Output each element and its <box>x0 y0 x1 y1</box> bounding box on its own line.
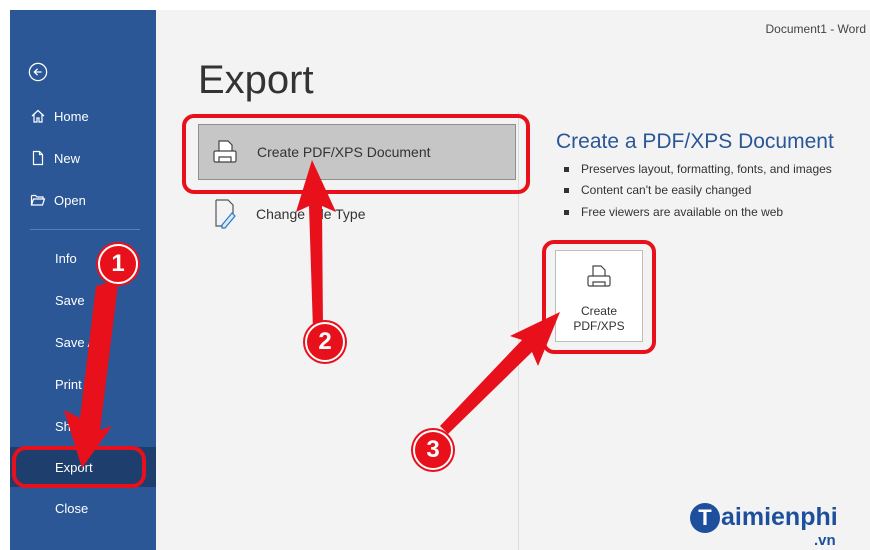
option-label: Change File Type <box>256 206 366 222</box>
sidebar-item-label: Open <box>54 192 86 208</box>
new-document-icon <box>28 148 48 168</box>
sidebar-item-print[interactable]: Print <box>10 366 156 402</box>
back-arrow-icon <box>28 62 48 82</box>
bullet-text: Preserves layout, formatting, fonts, and… <box>581 162 832 176</box>
change-file-type-option[interactable]: Change File Type <box>198 186 516 242</box>
sidebar-item-label: Home <box>54 108 89 124</box>
bullet-text: Content can't be easily changed <box>581 183 752 197</box>
detail-bullet: Free viewers are available on the web <box>564 205 783 219</box>
bullet-text: Free viewers are available on the web <box>581 205 784 219</box>
sidebar-item-label: Save As <box>55 334 103 350</box>
bullet-dot <box>564 210 569 216</box>
sidebar-divider <box>30 229 140 230</box>
logo-mark: T <box>690 503 720 534</box>
step-badge-2: 2 <box>305 322 345 362</box>
watermark-suffix: .vn <box>814 532 836 549</box>
highlight-export-item <box>12 446 146 488</box>
detail-title: Create a PDF/XPS Document <box>556 130 834 153</box>
step-badge-1: 1 <box>98 244 138 284</box>
sidebar-item-label: Save <box>55 292 85 308</box>
step-badge-3: 3 <box>413 430 453 470</box>
logo-text: aimienphi <box>721 503 838 531</box>
sidebar-item-open[interactable]: Open <box>10 182 156 218</box>
sidebar-item-label: Share <box>55 418 90 434</box>
sidebar-item-save[interactable]: Save <box>10 282 156 318</box>
sidebar-item-new[interactable]: New <box>10 140 156 176</box>
highlight-create-button <box>542 240 656 354</box>
sidebar-item-label: Close <box>55 500 89 516</box>
window-title: Document1 - Word <box>765 22 866 36</box>
sidebar-item-share[interactable]: Share <box>10 408 156 444</box>
sidebar-item-label: New <box>54 150 81 166</box>
back-button[interactable] <box>10 54 156 90</box>
home-icon <box>28 106 48 126</box>
sidebar-item-home[interactable]: Home <box>10 98 156 134</box>
bullet-dot <box>564 167 569 173</box>
bullet-dot <box>564 188 569 194</box>
sidebar-item-save-as[interactable]: Save As <box>10 324 156 360</box>
highlight-create-pdf-option <box>182 114 530 194</box>
change-file-type-icon <box>206 196 242 232</box>
sidebar-item-label: Info <box>55 250 77 266</box>
page-title: Export <box>198 58 314 102</box>
detail-bullet: Preserves layout, formatting, fonts, and… <box>564 162 832 176</box>
detail-bullet: Content can't be easily changed <box>564 183 751 197</box>
sidebar-item-close[interactable]: Close <box>10 490 156 526</box>
watermark-logo: Taimienphi <box>690 503 838 534</box>
folder-open-icon <box>28 190 48 210</box>
sidebar-item-label: Print <box>55 376 82 392</box>
